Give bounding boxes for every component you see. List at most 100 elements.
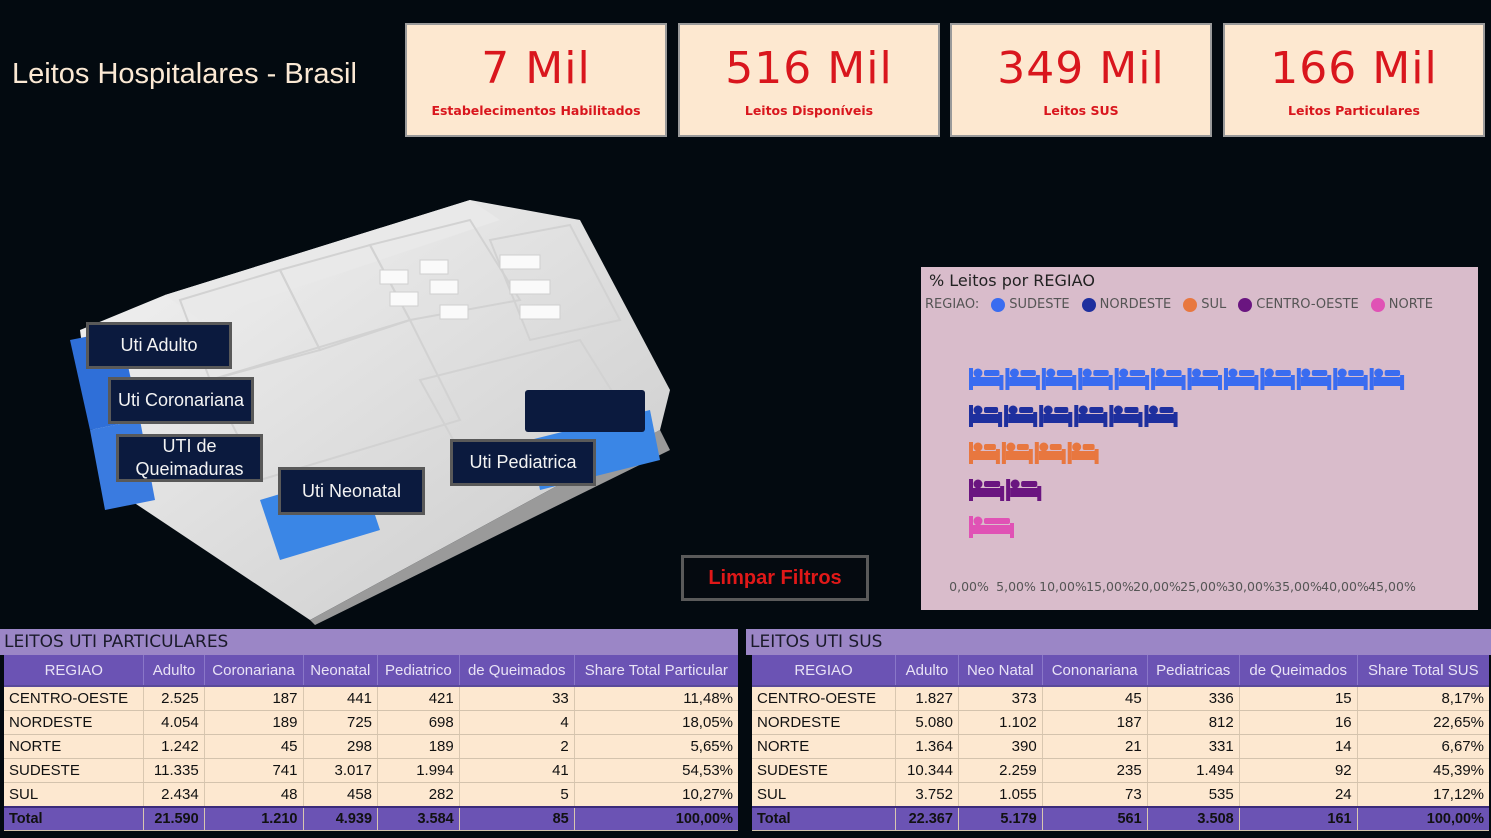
button-label-line-1: UTI de [162, 436, 217, 456]
table-uti-particulares: LEITOS UTI PARTICULARES REGIAO Adulto Coro… [0, 629, 738, 831]
table-cell: 18,05% [573, 710, 738, 735]
bed-icon-nordeste[interactable] [1039, 405, 1073, 427]
table-cell: 5 [458, 782, 575, 808]
table-cell: 2.259 [957, 758, 1043, 783]
bed-icon-sul[interactable] [1034, 442, 1066, 464]
uti-neonatal-button[interactable]: Uti Neonatal [278, 467, 425, 515]
bed-icon-sudeste[interactable] [1078, 368, 1113, 390]
table-cell: 421 [377, 686, 460, 711]
column-header[interactable]: Adulto [143, 655, 205, 687]
table-cell: CENTRO-OESTE [4, 686, 144, 711]
bed-icon-norte[interactable] [969, 516, 1014, 538]
uti-coronariana-button[interactable]: Uti Coronariana [108, 377, 254, 424]
table-total-row[interactable]: Total 22.367 5.179 561 3.508 161 100,00% [752, 806, 1489, 831]
table-cell: 812 [1146, 710, 1240, 735]
x-tick-label: 20,00% [1133, 579, 1181, 594]
x-tick-label: 30,00% [1227, 579, 1275, 594]
table-cell: 21 [1041, 734, 1148, 759]
clear-filters-button[interactable]: Limpar Filtros [681, 555, 869, 601]
table-cell: 298 [302, 734, 378, 759]
bed-icon-sudeste[interactable] [1114, 368, 1150, 390]
bed-icon-sudeste[interactable] [1296, 368, 1332, 390]
bed-icon-sudeste[interactable] [1369, 368, 1405, 390]
table-title: LEITOS UTI SUS [746, 629, 1491, 655]
bed-icon-nordeste[interactable] [1144, 405, 1178, 427]
table-cell: 189 [203, 710, 303, 735]
table-cell: SUL [752, 782, 896, 808]
bed-icon-sudeste[interactable] [1260, 368, 1295, 390]
column-header[interactable]: REGIAO [4, 655, 144, 687]
table-row[interactable]: NORDESTE 4.054 189 725 698 4 18,05% [4, 710, 738, 735]
column-header[interactable]: de Queimados [458, 655, 575, 687]
table-cell: 3.508 [1146, 806, 1240, 831]
table-row[interactable]: NORTE 1.364 390 21 331 14 6,67% [752, 734, 1489, 759]
table-cell: 390 [957, 734, 1043, 759]
button-label-line-2: Queimaduras [135, 459, 244, 479]
column-header[interactable]: Coronariana [203, 655, 303, 687]
column-header[interactable]: Share Total Particular [573, 655, 738, 687]
table-row[interactable]: SUL 2.434 48 458 282 5 10,27% [4, 782, 738, 808]
column-header[interactable]: Cononariana [1041, 655, 1148, 687]
table-header-row: REGIAO Adulto Coronariana Neonatal Pediatric… [4, 655, 738, 687]
column-header[interactable]: Pediatricas [1146, 655, 1240, 687]
table-total-row[interactable]: Total 21.590 1.210 4.939 3.584 85 100,00% [4, 806, 738, 831]
table-cell: 161 [1238, 806, 1358, 831]
bed-icon-sudeste[interactable] [1041, 368, 1077, 390]
bed-icon-sudeste[interactable] [1333, 368, 1368, 390]
table-row[interactable]: SUDESTE 11.335 741 3.017 1.994 41 54,53% [4, 758, 738, 783]
table-cell: 187 [1041, 710, 1148, 735]
bed-icon-nordeste[interactable] [1109, 405, 1143, 427]
uti-adulto-button[interactable]: Uti Adulto [86, 322, 232, 369]
table-cell: SUL [4, 782, 144, 808]
bed-icon-sudeste[interactable] [1187, 368, 1222, 390]
table-cell: SUDESTE [752, 758, 896, 783]
column-header[interactable]: Neo Natal [957, 655, 1043, 687]
bed-icon-centro-oeste[interactable] [1006, 479, 1042, 501]
table-cell: NORTE [4, 734, 144, 759]
bed-icon-nordeste[interactable] [1004, 405, 1038, 427]
table-cell: 45,39% [1356, 758, 1489, 783]
column-header[interactable]: de Queimados [1238, 655, 1358, 687]
uti-pediatrica-button[interactable]: Uti Pediatrica [450, 439, 596, 486]
column-header[interactable]: Share Total SUS [1356, 655, 1489, 687]
table-cell: SUDESTE [4, 758, 144, 783]
table-cell: 73 [1041, 782, 1148, 808]
bed-icon-sudeste[interactable] [969, 368, 1004, 390]
table-row[interactable]: CENTRO-OESTE 2.525 187 441 421 33 11,48% [4, 686, 738, 711]
bed-icon-nordeste[interactable] [969, 405, 1003, 427]
table-cell: 282 [377, 782, 460, 808]
x-tick-label: 40,00% [1321, 579, 1369, 594]
table-cell: 17,12% [1356, 782, 1489, 808]
bed-icon-sudeste[interactable] [1223, 368, 1259, 390]
bed-icon-sul[interactable] [1001, 442, 1033, 464]
uti-queimaduras-button[interactable]: UTI de Queimaduras [116, 434, 263, 482]
bed-icon-sul[interactable] [969, 442, 1000, 464]
kpi-value: 166 Mil [1270, 43, 1438, 94]
column-header[interactable]: Adulto [894, 655, 959, 687]
table-cell: 45 [1041, 686, 1148, 711]
bed-icon-nordeste[interactable] [1074, 405, 1108, 427]
table-row[interactable]: SUL 3.752 1.055 73 535 24 17,12% [752, 782, 1489, 808]
table-cell: 15 [1238, 686, 1358, 711]
table-row[interactable]: SUDESTE 10.344 2.259 235 1.494 92 45,39% [752, 758, 1489, 783]
table-cell: 41 [458, 758, 575, 783]
table-cell: 11.335 [143, 758, 205, 783]
bed-icon-centro-oeste[interactable] [969, 479, 1005, 501]
table-cell: 6,67% [1356, 734, 1489, 759]
table-row[interactable]: NORDESTE 5.080 1.102 187 812 16 22,65% [752, 710, 1489, 735]
bed-icon-sul[interactable] [1067, 442, 1099, 464]
blank-button[interactable] [525, 390, 645, 432]
table-cell: 2.525 [143, 686, 205, 711]
column-header[interactable]: REGIAO [752, 655, 896, 687]
table-cell: 336 [1146, 686, 1240, 711]
table-cell: 1.364 [894, 734, 959, 759]
chart-plot-area: 0,00% 5,00% 10,00% 15,00% 20,00% 25,00% 30,00%… [949, 368, 1416, 594]
table-cell: 5.179 [957, 806, 1043, 831]
table-row[interactable]: CENTRO-OESTE 1.827 373 45 336 15 8,17% [752, 686, 1489, 711]
bed-icon-sudeste[interactable] [1005, 368, 1040, 390]
table-row[interactable]: NORTE 1.242 45 298 189 2 5,65% [4, 734, 738, 759]
bed-icon-sudeste[interactable] [1151, 368, 1186, 390]
column-header[interactable]: Neonatal [302, 655, 378, 687]
column-header[interactable]: Pediatrico [377, 655, 460, 687]
table-cell: 10.344 [894, 758, 959, 783]
